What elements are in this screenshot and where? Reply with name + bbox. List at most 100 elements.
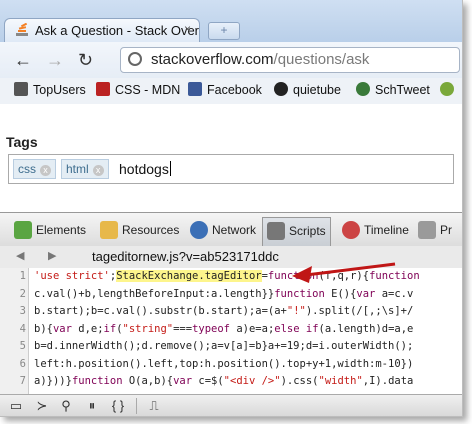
- code-token: O(a,b){: [122, 375, 174, 387]
- bookmark-quietube[interactable]: quietube: [274, 82, 341, 97]
- bookmark-label: Facebook: [207, 83, 262, 97]
- tab-title: Ask a Question - Stack Over: [35, 23, 200, 38]
- tab-label: Resources: [122, 223, 180, 237]
- code-token: ).split(/[,;\s]+/: [305, 305, 414, 317]
- tab-network[interactable]: Network: [190, 217, 256, 243]
- divider: [136, 398, 137, 414]
- network-icon: [190, 221, 208, 239]
- remove-tag-icon[interactable]: x: [40, 165, 51, 176]
- quietube-icon: [274, 82, 288, 96]
- code-token: b=d.innerWidth();d.remove();a=v[a]=b}a+=…: [34, 340, 414, 352]
- reload-icon[interactable]: ↻: [78, 50, 93, 71]
- forward-icon[interactable]: →: [46, 50, 64, 71]
- code-token: 'use strict': [34, 270, 110, 282]
- bookmark-facebook[interactable]: Facebook: [188, 82, 262, 97]
- code-token: E(){: [324, 287, 357, 300]
- bookmark-css-mdn[interactable]: CSS - MDN: [96, 82, 180, 97]
- close-tab-icon[interactable]: ×: [184, 22, 191, 36]
- pause-icon[interactable]: ⏸: [84, 398, 100, 414]
- facebook-icon: [188, 82, 202, 96]
- tab-label: Scripts: [289, 224, 326, 238]
- code-token: ).css(: [280, 375, 319, 387]
- highlighted-token: StackExchange.tagEditor: [116, 270, 262, 282]
- console-icon[interactable]: ≻: [34, 398, 50, 414]
- url-text: stackoverflow.com/questions/ask: [151, 51, 369, 68]
- bookmark-label: SchTweet: [375, 83, 430, 97]
- code-line: 'use strict';StackExchange.tagEditor=fun…: [34, 270, 420, 282]
- bookmark-schtweet[interactable]: SchTweet: [356, 82, 430, 97]
- tab-scripts[interactable]: Scripts: [262, 217, 331, 247]
- tag-input[interactable]: hotdogs: [119, 161, 171, 177]
- search-icon[interactable]: ⚲: [58, 398, 74, 414]
- code-token: function: [267, 270, 319, 282]
- code-token: "!": [286, 305, 306, 317]
- tab-profiles[interactable]: Pr: [418, 217, 452, 243]
- tab-label: Network: [212, 223, 257, 237]
- code-view[interactable]: 1 'use strict';StackExchange.tagEditor=fu…: [0, 268, 462, 394]
- code-token: "string": [122, 322, 174, 335]
- tag-input-value: hotdogs: [119, 161, 169, 177]
- back-icon[interactable]: ←: [14, 50, 32, 71]
- tag-html[interactable]: html x: [61, 159, 109, 179]
- code-token: a)e=a;: [230, 322, 275, 335]
- pretty-print-icon[interactable]: { }: [110, 398, 126, 414]
- scripts-icon: [267, 222, 285, 240]
- tab-resources[interactable]: Resources: [100, 217, 179, 243]
- tab-label: Timeline: [364, 223, 409, 237]
- line-number: 3: [19, 305, 26, 317]
- profiles-icon: [418, 221, 436, 239]
- code-token: var: [173, 375, 193, 387]
- code-token: d,e;: [71, 322, 104, 335]
- bookmark-label: quietube: [293, 83, 341, 97]
- code-token: ===: [173, 322, 193, 335]
- code-line: c.val()+b,lengthBeforeInput:a.length}}fu…: [34, 288, 413, 300]
- code-line: b.start);b=c.val().substr(b.start);a=(a+…: [34, 305, 413, 317]
- tag-label: css: [18, 162, 36, 176]
- new-tab-button[interactable]: +: [208, 22, 240, 40]
- code-token: var: [52, 322, 72, 335]
- elements-icon[interactable]: ⎍: [146, 398, 162, 414]
- code-token: var: [356, 287, 376, 300]
- code-token: a)}))}: [34, 375, 72, 387]
- bookmark-label: CSS - MDN: [115, 83, 181, 97]
- remove-tag-icon[interactable]: x: [92, 165, 104, 176]
- dock-icon[interactable]: ▭: [8, 398, 24, 414]
- tag-editor[interactable]: css x html x hotdogs: [8, 154, 454, 184]
- code-token: (a.length)d=a,e: [318, 322, 414, 335]
- line-number: 4: [19, 322, 26, 335]
- tag-label: html: [66, 162, 89, 176]
- tag-css[interactable]: css x: [13, 159, 56, 179]
- bookmark-overflow[interactable]: [440, 82, 459, 97]
- line-number: 2: [19, 287, 26, 300]
- bookmark-topusers[interactable]: TopUsers: [14, 82, 86, 97]
- page-content: Tags css x html x hotdogs: [0, 104, 462, 212]
- forward-arrow-icon[interactable]: ▶: [48, 249, 56, 262]
- tab-timeline[interactable]: Timeline: [342, 217, 409, 243]
- bookmarks-bar: TopUsers CSS - MDN Facebook quietube Sch…: [0, 78, 462, 105]
- code-token: c.val()+b,lengthBeforeInput:a.length}}: [34, 287, 275, 300]
- script-file-select[interactable]: tageditornew.js?v=ab523171ddc: [92, 249, 279, 264]
- code-token: ,I).data: [362, 375, 414, 387]
- code-token: "width": [318, 375, 363, 387]
- line-number: 5: [19, 340, 26, 352]
- code-token: a=c.v: [375, 287, 414, 300]
- code-line: left:h.position().left,top:h.position().…: [34, 358, 413, 370]
- code-token: else if: [274, 322, 319, 335]
- code-token: (f,q,r){: [318, 270, 370, 282]
- tab-strip: Ask a Question - Stack Over × +: [0, 0, 462, 42]
- tab-elements[interactable]: Elements: [14, 217, 86, 243]
- code-line: a)}))}function O(a,b){var c=$("<div />")…: [34, 375, 413, 387]
- code-token: "<div />": [223, 375, 281, 387]
- pin-icon: [14, 82, 28, 96]
- address-bar[interactable]: stackoverflow.com/questions/ask: [120, 47, 460, 73]
- tab-label: Pr: [440, 223, 452, 237]
- url-host: stackoverflow.com: [151, 51, 274, 68]
- back-arrow-icon[interactable]: ◀: [16, 249, 24, 262]
- code-token: left:h.position().left,top:h.position().…: [34, 357, 414, 370]
- script-selector-bar: ◀ ▶ tageditornew.js?v=ab523171ddc: [0, 246, 462, 269]
- tennis-ball-icon: [440, 82, 454, 96]
- browser-tab[interactable]: Ask a Question - Stack Over ×: [4, 18, 200, 42]
- resources-icon: [100, 221, 118, 239]
- devtools-statusbar: ▭ ≻ ⚲ ⏸ { } ⎍: [0, 394, 462, 416]
- tab-label: Elements: [36, 223, 87, 237]
